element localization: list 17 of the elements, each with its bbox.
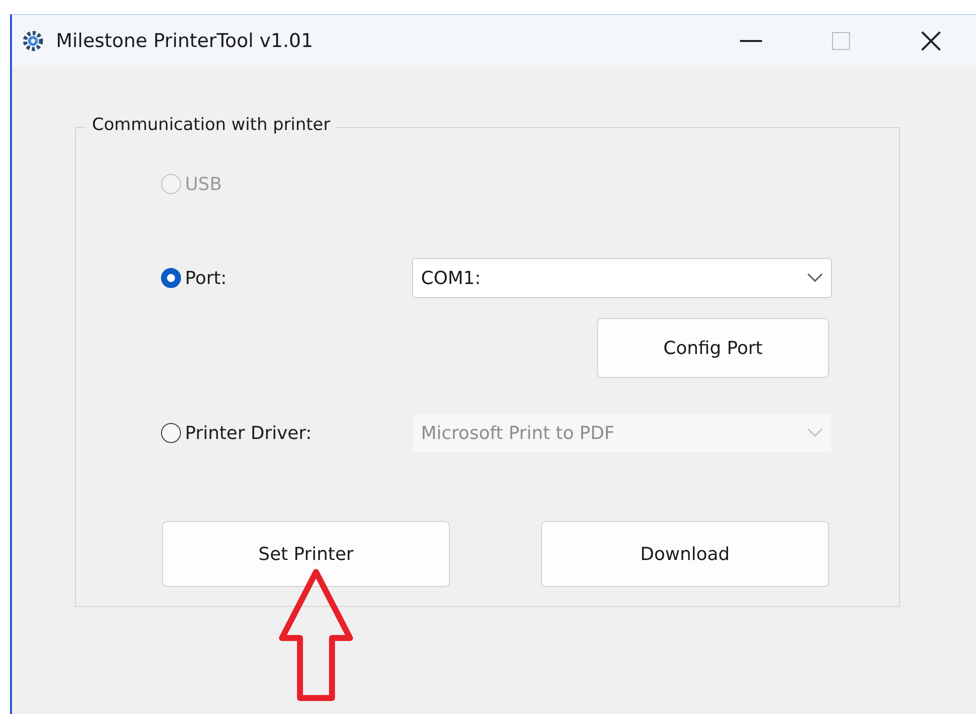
minimize-icon <box>740 40 762 42</box>
radio-button[interactable] <box>161 423 181 443</box>
maximize-icon <box>832 32 850 50</box>
gear-icon <box>22 30 44 52</box>
action-button[interactable]: Set Printer <box>162 521 450 587</box>
dropdown[interactable]: COM1: <box>412 258 832 298</box>
close-icon <box>921 31 941 51</box>
radio-button[interactable] <box>161 268 181 288</box>
radio-label: USB <box>185 174 222 194</box>
radio-label: Port: <box>185 268 227 288</box>
action-button[interactable]: Download <box>541 521 829 587</box>
group-label: Communication with printer <box>86 115 336 135</box>
config-port-button[interactable]: Config Port <box>597 318 829 378</box>
window-title: Milestone PrinterTool v1.01 <box>56 30 314 52</box>
radio-label: Printer Driver: <box>185 422 312 444</box>
chevron-down-icon <box>807 273 823 283</box>
chevron-down-icon <box>807 428 823 438</box>
